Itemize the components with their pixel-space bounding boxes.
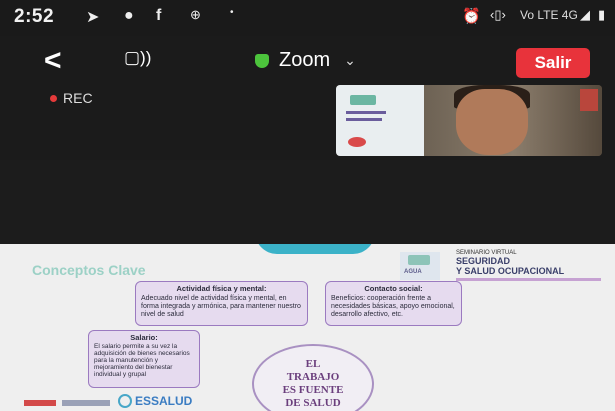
facebook-icon: f [156, 7, 162, 24]
salary-title: Salario: [130, 333, 158, 342]
salary-box: Salario: El salario permite a su vez la … [88, 330, 200, 388]
meeting-title[interactable]: Zoom ⌄ [255, 49, 356, 72]
event-title-1: SEGURIDAD [456, 256, 511, 266]
status-bar: 2:52 ➤ ● f ⊕ • ⏰ ‹▯› Vo LTE 4G ◢ ▮ [0, 0, 615, 36]
footer-logo-gray [62, 400, 110, 406]
slide-title: Conceptos Clave [32, 262, 146, 278]
event-bar [456, 278, 601, 281]
activity-title: Actividad física y mental: [176, 284, 267, 293]
battery-icon: ▮ [598, 7, 606, 22]
slide-arc [255, 244, 375, 254]
center-line-1: EL [305, 358, 321, 370]
recording-indicator: REC [50, 90, 93, 106]
event-title-2: Y SALUD OCUPACIONAL [456, 266, 565, 276]
network-label: Vo LTE 4G [520, 8, 578, 22]
shared-slide: Conceptos Clave AGUA SEMINARIO VIRTUAL S… [0, 244, 615, 411]
back-icon[interactable]: < [44, 44, 62, 78]
phone-screen: 2:52 ➤ ● f ⊕ • ⏰ ‹▯› Vo LTE 4G ◢ ▮ < ▢))… [0, 0, 615, 411]
video-area [0, 160, 615, 248]
vibrate-icon: ‹▯› [490, 7, 506, 22]
dot-icon: • [230, 7, 234, 18]
contact-text: Beneficios: cooperación frente a necesid… [331, 295, 455, 318]
activity-box: Actividad física y mental: Adecuado nive… [135, 281, 308, 326]
participant-video[interactable] [336, 85, 602, 156]
dots-icon: ⊕ [190, 7, 201, 22]
meeting-title-label: Zoom [279, 49, 331, 71]
status-time: 2:52 [14, 6, 55, 27]
chat-icon: ● [124, 7, 134, 24]
footer-logo-red [24, 400, 56, 406]
essalud-ring-icon [118, 394, 132, 408]
speaker-icon[interactable]: ▢)) [124, 48, 151, 68]
essalud-logo: ESSALUD [118, 394, 192, 408]
rec-dot-icon [50, 94, 57, 102]
rec-label: REC [63, 90, 93, 106]
brand-logo: AGUA [400, 252, 440, 280]
slide-footer: ESSALUD [0, 394, 615, 411]
alarm-icon: ⏰ [462, 8, 481, 25]
exit-button[interactable]: Salir [516, 48, 590, 78]
chevron-down-icon: ⌄ [344, 52, 356, 68]
activity-text: Adecuado nivel de actividad física y men… [141, 295, 301, 318]
signal-icon: ◢ [580, 7, 590, 22]
contact-title: Contacto social: [364, 284, 423, 293]
red-object [580, 89, 598, 111]
event-banner: SEMINARIO VIRTUAL SEGURIDAD Y SALUD OCUP… [456, 250, 606, 281]
shield-icon [255, 53, 269, 68]
participant-face [456, 89, 528, 155]
center-line-2: TRABAJO [286, 371, 340, 383]
center-line-3: ES FUENTE [282, 384, 344, 396]
brand-name: AGUA [404, 269, 422, 275]
video-background-slide [336, 85, 424, 156]
contact-box: Contacto social: Beneficios: cooperación… [325, 281, 462, 326]
salary-text: El salario permite a su vez la adquisici… [94, 343, 190, 378]
send-icon: ➤ [86, 9, 100, 26]
essalud-label: ESSALUD [135, 394, 193, 408]
zoom-toolbar: < ▢)) Zoom ⌄ Salir [0, 36, 615, 88]
